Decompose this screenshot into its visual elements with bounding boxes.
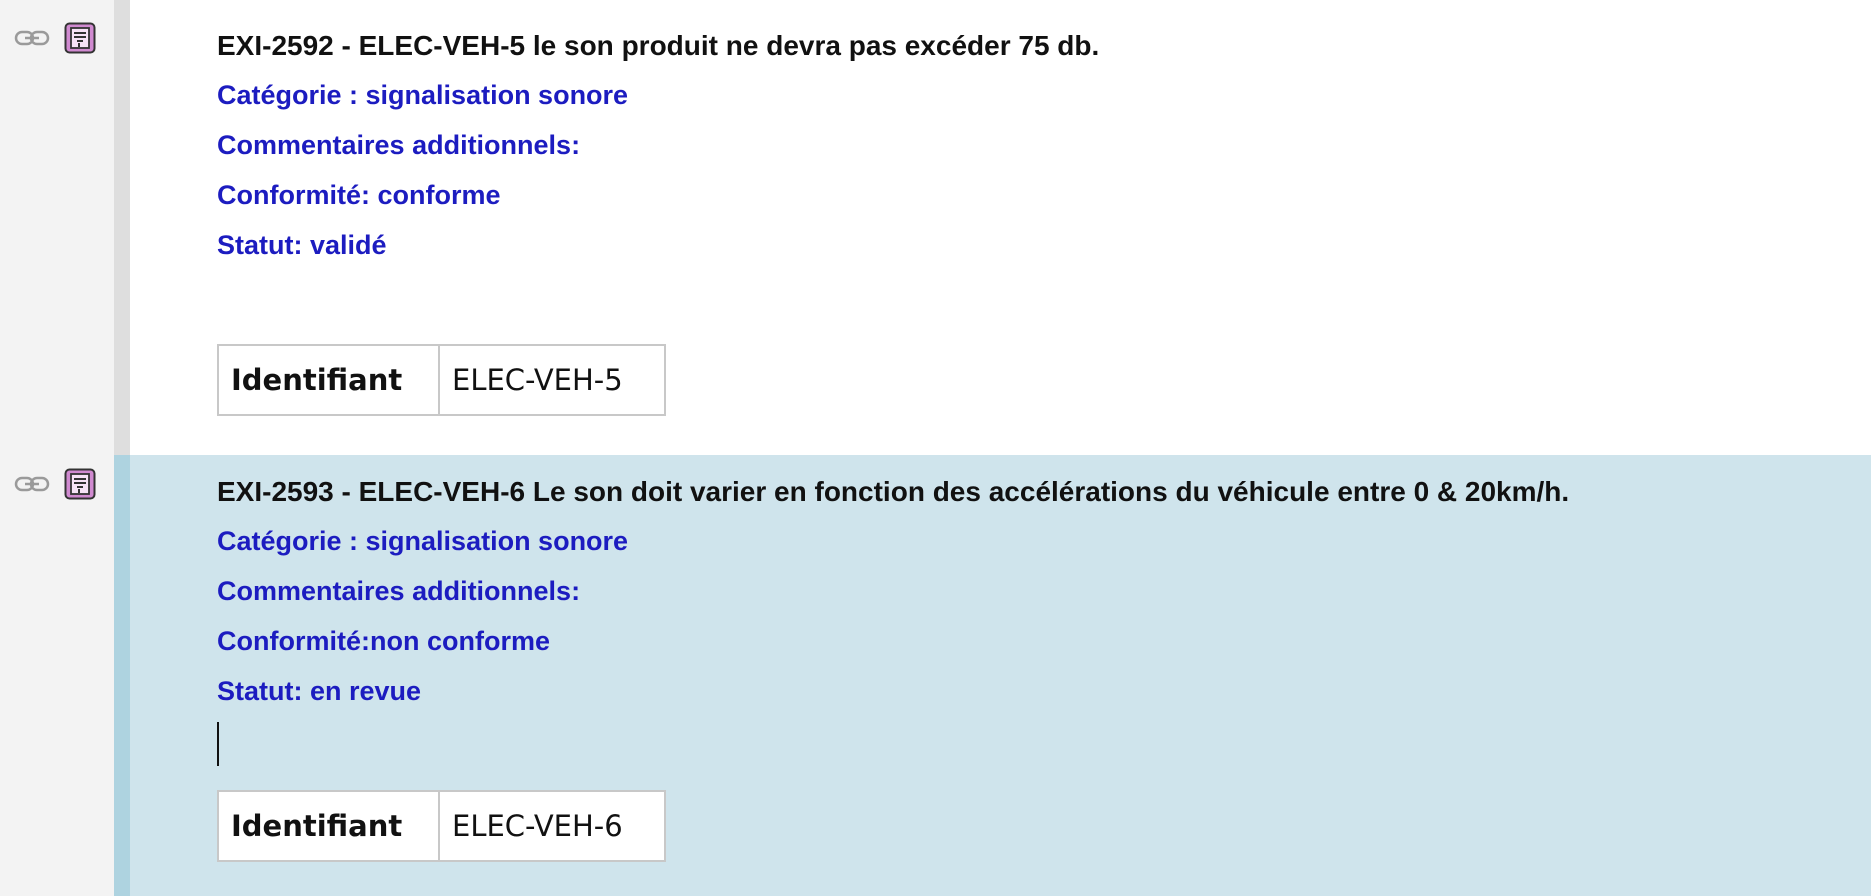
conformite-field[interactable]: Conformité:non conforme [217, 616, 1569, 666]
conformite-field[interactable]: Conformité: conforme [217, 170, 1099, 220]
statut-field[interactable]: Statut: validé [217, 220, 1099, 270]
table-row: Identifiant ELEC-VEH-5 [217, 344, 666, 416]
identifiant-table: Identifiant ELEC-VEH-5 [217, 344, 666, 416]
statut-field[interactable]: Statut: en revue [217, 666, 1569, 716]
requirement-title[interactable]: EXI-2593 - ELEC-VEH-6 Le son doit varier… [217, 468, 1569, 516]
requirement-title[interactable]: EXI-2592 - ELEC-VEH-5 le son produit ne … [217, 22, 1099, 70]
block-handle-bar[interactable] [114, 455, 130, 896]
commentaires-field[interactable]: Commentaires additionnels: [217, 120, 1099, 170]
link-icon[interactable] [14, 28, 50, 48]
requirement-content[interactable]: EXI-2592 - ELEC-VEH-5 le son produit ne … [217, 22, 1099, 270]
identifiant-label: Identifiant [217, 790, 440, 862]
identifiant-value[interactable]: ELEC-VEH-5 [438, 344, 666, 416]
commentaires-field[interactable]: Commentaires additionnels: [217, 566, 1569, 616]
table-row: Identifiant ELEC-VEH-6 [217, 790, 666, 862]
identifiant-value[interactable]: ELEC-VEH-6 [438, 790, 666, 862]
requirement-icon[interactable] [64, 22, 96, 54]
requirement-content[interactable]: EXI-2593 - ELEC-VEH-6 Le son doit varier… [217, 468, 1569, 766]
identifiant-label: Identifiant [217, 344, 440, 416]
left-gutter [0, 0, 114, 896]
document-editor: EXI-2592 - ELEC-VEH-5 le son produit ne … [0, 0, 1871, 896]
categorie-field[interactable]: Catégorie : signalisation sonore [217, 516, 1569, 566]
link-icon[interactable] [14, 474, 50, 494]
identifiant-table: Identifiant ELEC-VEH-6 [217, 790, 666, 862]
categorie-field[interactable]: Catégorie : signalisation sonore [217, 70, 1099, 120]
gutter-icons [14, 22, 96, 54]
block-handle-bar[interactable] [114, 0, 130, 455]
gutter-icons [14, 468, 96, 500]
requirement-icon[interactable] [64, 468, 96, 500]
text-caret [217, 722, 219, 766]
